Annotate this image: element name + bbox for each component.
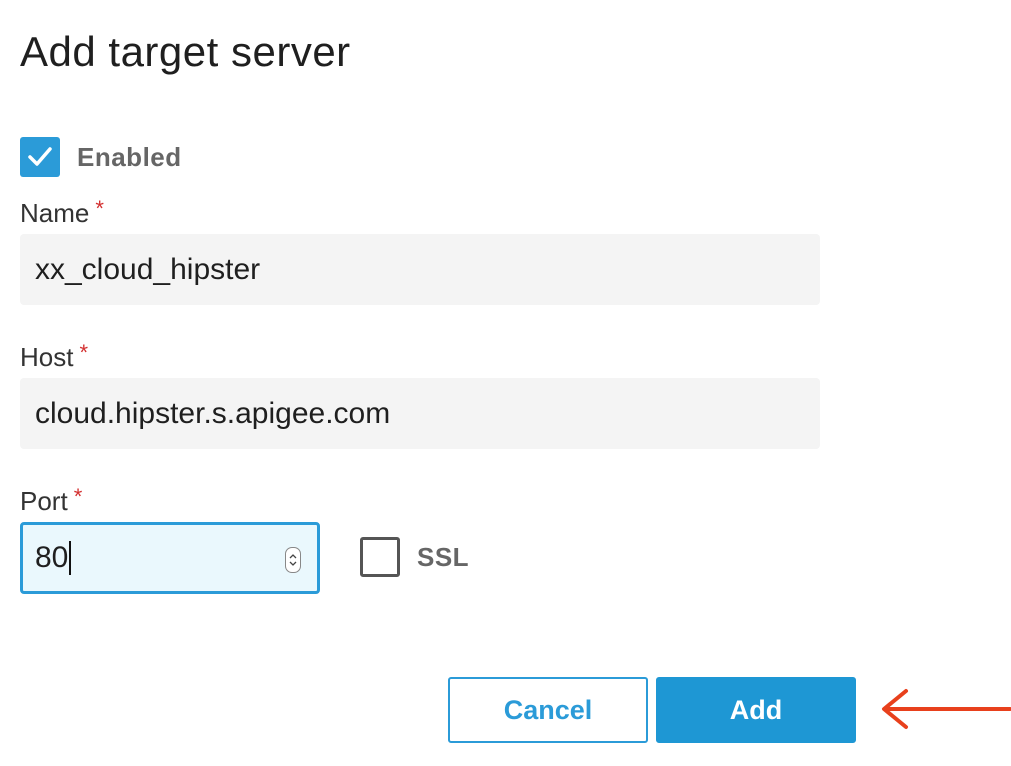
required-marker: *: [73, 484, 83, 509]
cancel-button[interactable]: Cancel: [448, 677, 648, 743]
host-field[interactable]: cloud.hipster.s.apigee.com: [20, 378, 820, 449]
text-cursor: [69, 541, 72, 575]
ssl-checkbox-row[interactable]: SSL: [360, 537, 469, 577]
name-label-text: Name: [20, 198, 90, 228]
required-marker: *: [95, 196, 104, 221]
enabled-label: Enabled: [77, 141, 182, 172]
ssl-label: SSL: [417, 541, 470, 572]
port-stepper[interactable]: [285, 547, 301, 573]
chevron-up-icon[interactable]: [289, 554, 297, 559]
port-field[interactable]: 80: [20, 522, 320, 594]
checkmark-icon: [28, 147, 52, 166]
name-label: Name *: [20, 196, 104, 229]
name-value: xx_cloud_hipster: [35, 252, 261, 286]
port-value: 80: [35, 541, 69, 574]
ssl-checkbox[interactable]: [360, 537, 400, 577]
dialog-title: Add target server: [20, 28, 351, 75]
add-target-server-dialog: Add target server Enabled Name * xx_cloud…: [0, 0, 1011, 766]
chevron-down-icon[interactable]: [289, 561, 297, 566]
left-arrow-icon: [882, 689, 1011, 729]
enabled-checkbox[interactable]: [20, 137, 60, 177]
host-label-text: Host: [20, 342, 74, 372]
port-label: Port *: [20, 484, 83, 517]
name-field[interactable]: xx_cloud_hipster: [20, 234, 820, 305]
required-marker: *: [79, 340, 89, 365]
enabled-checkbox-row[interactable]: Enabled: [20, 137, 182, 177]
host-label: Host *: [20, 340, 89, 373]
add-button[interactable]: Add: [656, 677, 856, 743]
host-value: cloud.hipster.s.apigee.com: [35, 396, 391, 430]
port-label-text: Port: [20, 486, 68, 516]
